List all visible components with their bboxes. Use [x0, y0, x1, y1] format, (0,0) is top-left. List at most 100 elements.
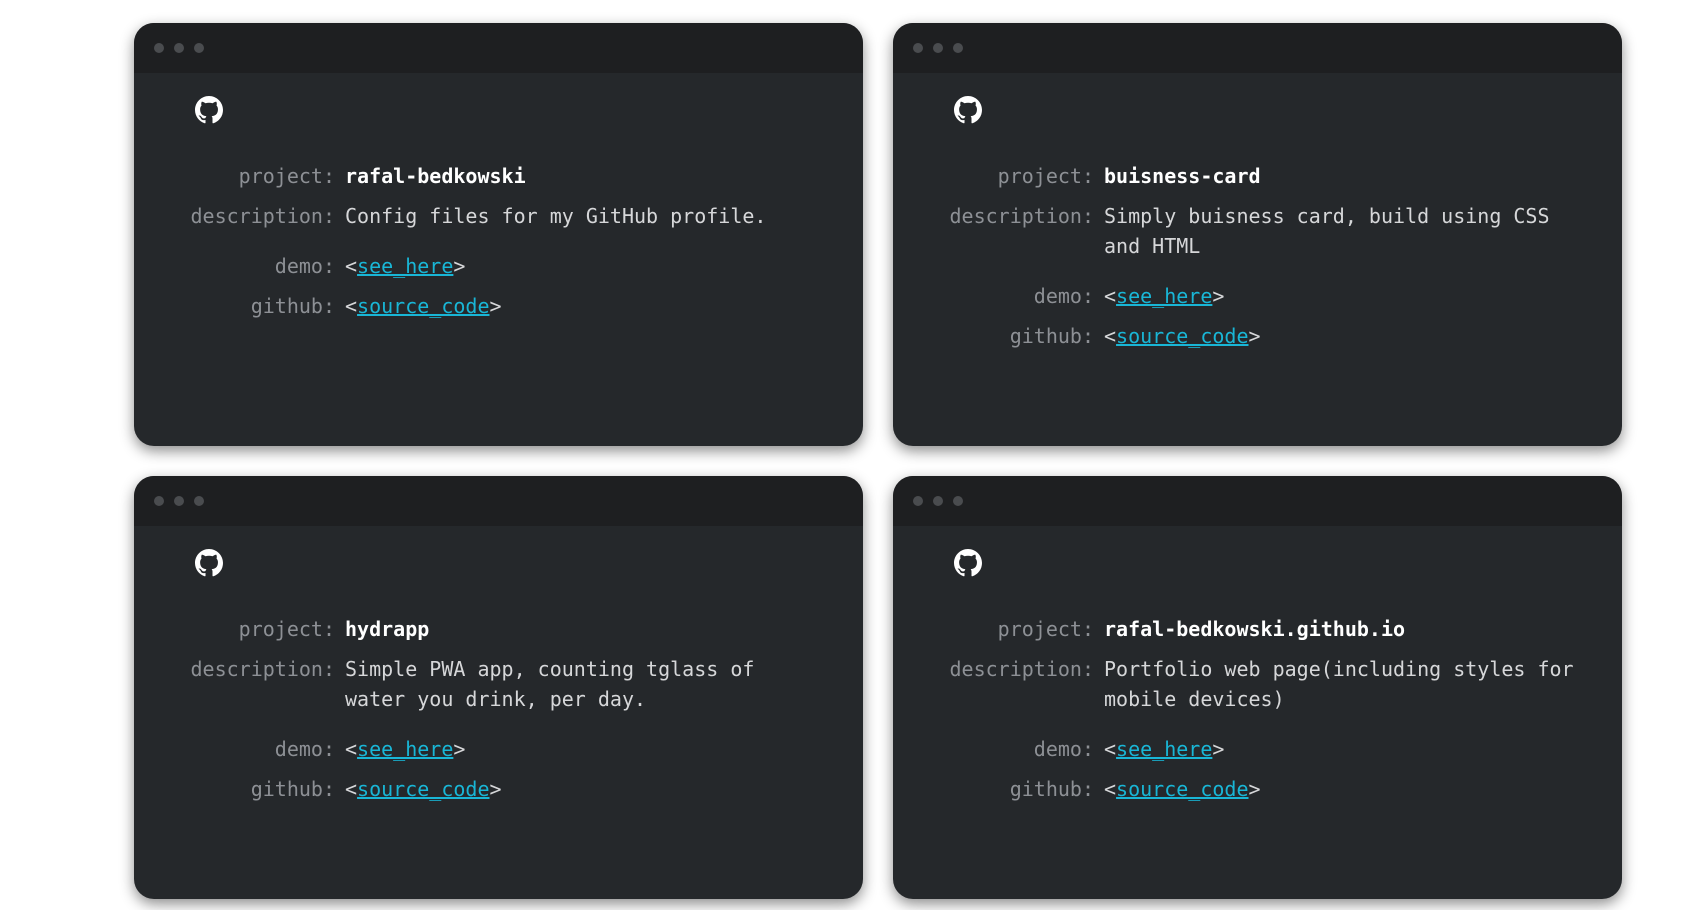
project-card: project: rafal-bedkowski description: Co…	[134, 23, 863, 446]
bracket-open: <	[345, 777, 358, 801]
project-row: project: buisness-card	[943, 161, 1593, 191]
github-row: github: <source_code>	[184, 291, 834, 321]
projects-grid: project: rafal-bedkowski description: Co…	[134, 23, 1622, 899]
project-info: project: rafal-bedkowski.github.io descr…	[943, 614, 1593, 804]
demo-row: demo: <see_here>	[943, 281, 1593, 311]
description-label: description:	[190, 204, 336, 228]
project-name: hydrapp	[345, 617, 430, 641]
project-description: Config files for my GitHub profile.	[345, 204, 767, 228]
project-info: project: buisness-card description: Simp…	[943, 161, 1593, 351]
project-card: project: rafal-bedkowski.github.io descr…	[893, 476, 1622, 899]
description-label: description:	[949, 204, 1095, 228]
project-name: rafal-bedkowski.github.io	[1104, 617, 1406, 641]
description-row: description: Simply buisness card, build…	[943, 201, 1593, 261]
bracket-open: <	[1104, 284, 1117, 308]
bracket-close: >	[489, 294, 502, 318]
demo-value: <see_here>	[1104, 281, 1574, 311]
demo-label: demo:	[1033, 737, 1094, 761]
github-value: <source_code>	[345, 774, 815, 804]
bracket-open: <	[1104, 777, 1117, 801]
github-icon	[195, 549, 223, 577]
demo-link[interactable]: see_here	[357, 737, 453, 761]
window-dot-icon	[154, 43, 164, 53]
demo-label: demo:	[274, 737, 335, 761]
demo-row: demo: <see_here>	[184, 734, 834, 764]
github-label: github:	[1009, 324, 1094, 348]
bracket-open: <	[1104, 324, 1117, 348]
bracket-open: <	[1104, 737, 1117, 761]
project-info: project: hydrapp description: Simple PWA…	[184, 614, 834, 804]
project-label: project:	[238, 617, 335, 641]
github-value: <source_code>	[1104, 774, 1574, 804]
description-label: description:	[190, 657, 336, 681]
demo-row: demo: <see_here>	[184, 251, 834, 281]
description-row: description: Portfolio web page(includin…	[943, 654, 1593, 714]
project-card: project: buisness-card description: Simp…	[893, 23, 1622, 446]
description-label: description:	[949, 657, 1095, 681]
project-label: project:	[997, 617, 1094, 641]
project-info: project: rafal-bedkowski description: Co…	[184, 161, 834, 321]
window-dot-icon	[174, 43, 184, 53]
demo-value: <see_here>	[345, 734, 815, 764]
project-description: Simply buisness card, build using CSS an…	[1104, 204, 1550, 258]
github-link[interactable]: source_code	[1116, 777, 1248, 801]
window-dot-icon	[194, 496, 204, 506]
bracket-open: <	[345, 737, 358, 761]
bracket-close: >	[1248, 777, 1261, 801]
github-link[interactable]: source_code	[357, 777, 489, 801]
demo-link[interactable]: see_here	[1116, 284, 1212, 308]
bracket-close: >	[453, 737, 466, 761]
github-value: <source_code>	[345, 291, 815, 321]
github-label: github:	[1009, 777, 1094, 801]
project-name: rafal-bedkowski	[345, 164, 526, 188]
window-dot-icon	[194, 43, 204, 53]
project-description: Portfolio web page(including styles for …	[1104, 657, 1574, 711]
project-row: project: rafal-bedkowski.github.io	[943, 614, 1593, 644]
github-icon	[195, 96, 223, 124]
bracket-close: >	[1212, 737, 1225, 761]
description-row: description: Simple PWA app, counting tg…	[184, 654, 834, 714]
github-link[interactable]: source_code	[1116, 324, 1248, 348]
demo-label: demo:	[274, 254, 335, 278]
window-titlebar	[134, 23, 863, 73]
bracket-open: <	[345, 254, 358, 278]
github-label: github:	[250, 294, 335, 318]
demo-label: demo:	[1033, 284, 1094, 308]
description-row: description: Config files for my GitHub …	[184, 201, 834, 231]
window-dot-icon	[174, 496, 184, 506]
demo-link[interactable]: see_here	[1116, 737, 1212, 761]
bracket-close: >	[489, 777, 502, 801]
window-titlebar	[893, 476, 1622, 526]
demo-row: demo: <see_here>	[943, 734, 1593, 764]
github-icon	[954, 96, 982, 124]
bracket-close: >	[1212, 284, 1225, 308]
bracket-close: >	[1248, 324, 1261, 348]
github-row: github: <source_code>	[943, 774, 1593, 804]
project-card: project: hydrapp description: Simple PWA…	[134, 476, 863, 899]
github-label: github:	[250, 777, 335, 801]
bracket-close: >	[453, 254, 466, 278]
window-dot-icon	[953, 496, 963, 506]
window-dot-icon	[913, 43, 923, 53]
project-label: project:	[997, 164, 1094, 188]
window-titlebar	[893, 23, 1622, 73]
project-row: project: rafal-bedkowski	[184, 161, 834, 191]
github-icon	[954, 549, 982, 577]
bracket-open: <	[345, 294, 358, 318]
window-dot-icon	[953, 43, 963, 53]
window-dot-icon	[913, 496, 923, 506]
window-dot-icon	[933, 43, 943, 53]
github-link[interactable]: source_code	[357, 294, 489, 318]
github-value: <source_code>	[1104, 321, 1574, 351]
window-dot-icon	[933, 496, 943, 506]
demo-value: <see_here>	[345, 251, 815, 281]
demo-link[interactable]: see_here	[357, 254, 453, 278]
project-description: Simple PWA app, counting tglass of water…	[345, 657, 755, 711]
demo-value: <see_here>	[1104, 734, 1574, 764]
project-label: project:	[238, 164, 335, 188]
github-row: github: <source_code>	[943, 321, 1593, 351]
window-titlebar	[134, 476, 863, 526]
window-dot-icon	[154, 496, 164, 506]
github-row: github: <source_code>	[184, 774, 834, 804]
project-row: project: hydrapp	[184, 614, 834, 644]
